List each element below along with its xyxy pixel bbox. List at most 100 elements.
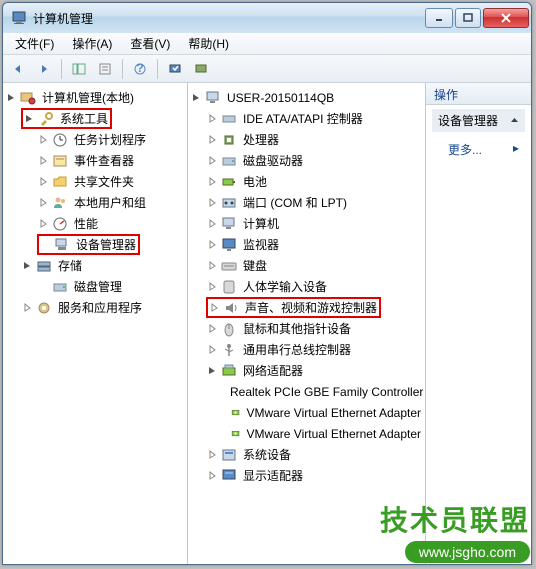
minimize-button[interactable] [425, 8, 453, 28]
tree-task-scheduler[interactable]: 任务计划程序 [37, 129, 185, 150]
back-button[interactable] [7, 58, 29, 80]
actions-context[interactable]: 设备管理器 [432, 109, 525, 132]
expand-icon[interactable] [206, 112, 219, 125]
expand-icon[interactable] [206, 196, 219, 209]
tree-label: 计算机 [241, 214, 281, 233]
expand-icon[interactable] [206, 217, 219, 230]
tree-disk-mgmt[interactable]: 磁盘管理 [37, 276, 185, 297]
spacer [222, 427, 229, 440]
device-manager-icon [54, 237, 70, 253]
tree-device-manager[interactable]: 设备管理器 [37, 234, 140, 255]
device-category[interactable]: IDE ATA/ATAPI 控制器 [206, 108, 423, 129]
device-category[interactable]: 键盘 [206, 255, 423, 276]
show-hide-tree-button[interactable] [68, 58, 90, 80]
expand-icon[interactable] [37, 196, 50, 209]
maximize-button[interactable] [455, 8, 481, 28]
tree-label: IDE ATA/ATAPI 控制器 [241, 109, 365, 128]
expand-icon[interactable] [37, 133, 50, 146]
spacer [39, 238, 52, 251]
device-category[interactable]: 计算机 [206, 213, 423, 234]
device-category[interactable]: 鼠标和其他指针设备 [206, 318, 423, 339]
device-category[interactable]: 通用串行总线控制器 [206, 339, 423, 360]
expand-icon[interactable] [206, 133, 219, 146]
titlebar[interactable]: 计算机管理 [3, 3, 531, 33]
expand-icon[interactable] [206, 238, 219, 251]
expand-icon[interactable] [206, 322, 219, 335]
device-icon [221, 132, 237, 148]
actions-pane: 操作 设备管理器 更多... ▸ [426, 83, 531, 564]
tree-event-viewer[interactable]: 事件查看器 [37, 150, 185, 171]
menubar: 文件(F) 操作(A) 查看(V) 帮助(H) [3, 33, 531, 55]
expand-icon[interactable] [206, 469, 219, 482]
expand-icon[interactable] [206, 154, 219, 167]
scope-pane[interactable]: 计算机管理(本地) 系统工具 任务计划程序 [3, 83, 188, 564]
tree-label: 共享文件夹 [72, 172, 136, 191]
collapse-icon[interactable] [206, 364, 219, 377]
properties-button[interactable] [94, 58, 116, 80]
device-category[interactable]: 人体学输入设备 [206, 276, 423, 297]
expand-icon[interactable] [206, 259, 219, 272]
users-icon [52, 195, 68, 211]
collapse-icon[interactable] [23, 112, 36, 125]
device-category[interactable]: 端口 (COM 和 LPT) [206, 192, 423, 213]
expand-icon[interactable] [206, 343, 219, 356]
expand-icon[interactable] [21, 301, 34, 314]
device-icon [221, 342, 237, 358]
tree-local-users[interactable]: 本地用户和组 [37, 192, 185, 213]
expand-icon[interactable] [37, 175, 50, 188]
scan-button[interactable] [164, 58, 186, 80]
collapse-icon[interactable] [21, 259, 34, 272]
device-category[interactable]: 系统设备 [206, 444, 423, 465]
tree-label: 本地用户和组 [72, 193, 148, 212]
tree-label: 计算机管理(本地) [40, 88, 136, 107]
device-item[interactable]: Realtek PCIe GBE Family Controller [222, 381, 423, 402]
device-category[interactable]: 显示适配器 [206, 465, 423, 486]
menu-help[interactable]: 帮助(H) [180, 33, 237, 54]
device-category[interactable]: 声音、视频和游戏控制器 [206, 297, 381, 318]
device-category[interactable]: 网络适配器 [206, 360, 423, 381]
device-category[interactable]: 处理器 [206, 129, 423, 150]
collapse-icon[interactable] [5, 91, 18, 104]
tree-performance[interactable]: 性能 [37, 213, 185, 234]
menu-view[interactable]: 查看(V) [122, 33, 178, 54]
forward-button[interactable] [33, 58, 55, 80]
device-category[interactable]: 电池 [206, 171, 423, 192]
tree-storage[interactable]: 存储 [21, 255, 185, 276]
device-icon [221, 195, 237, 211]
expand-icon[interactable] [37, 154, 50, 167]
tree-label: 任务计划程序 [72, 130, 148, 149]
tree-system-tools[interactable]: 系统工具 [21, 108, 112, 129]
result-pane[interactable]: USER-20150114QB IDE ATA/ATAPI 控制器 处理器 磁盘… [188, 83, 426, 564]
expand-icon[interactable] [206, 175, 219, 188]
expand-icon[interactable] [37, 217, 50, 230]
tree-label: 声音、视频和游戏控制器 [243, 298, 379, 317]
tree-label: 磁盘驱动器 [241, 151, 305, 170]
app-icon [11, 10, 27, 26]
collapse-icon[interactable] [190, 91, 203, 104]
computer-icon [205, 90, 221, 106]
device-item[interactable]: VMware Virtual Ethernet Adapter [222, 423, 423, 444]
device-item[interactable]: VMware Virtual Ethernet Adapter [222, 402, 423, 423]
device-category[interactable]: 监视器 [206, 234, 423, 255]
menu-file[interactable]: 文件(F) [7, 33, 62, 54]
tree-shared-folders[interactable]: 共享文件夹 [37, 171, 185, 192]
menu-action[interactable]: 操作(A) [64, 33, 120, 54]
actions-header: 操作 [426, 83, 531, 105]
expand-icon[interactable] [206, 280, 219, 293]
device-root[interactable]: USER-20150114QB [190, 87, 423, 108]
help-button[interactable]: ? [129, 58, 151, 80]
actions-more-link[interactable]: 更多... ▸ [432, 138, 525, 161]
expand-icon[interactable] [208, 301, 221, 314]
toolbar-separator [61, 59, 62, 79]
device-icon [221, 258, 237, 274]
close-button[interactable] [483, 8, 529, 28]
update-driver-button[interactable] [190, 58, 212, 80]
spacer [37, 280, 50, 293]
device-category[interactable]: 磁盘驱动器 [206, 150, 423, 171]
content-area: 计算机管理(本地) 系统工具 任务计划程序 [3, 83, 531, 564]
actions-context-label: 设备管理器 [438, 112, 498, 129]
expand-icon[interactable] [206, 448, 219, 461]
tree-root-local[interactable]: 计算机管理(本地) [5, 87, 185, 108]
tree-label: 人体学输入设备 [241, 277, 329, 296]
tree-services-apps[interactable]: 服务和应用程序 [21, 297, 185, 318]
